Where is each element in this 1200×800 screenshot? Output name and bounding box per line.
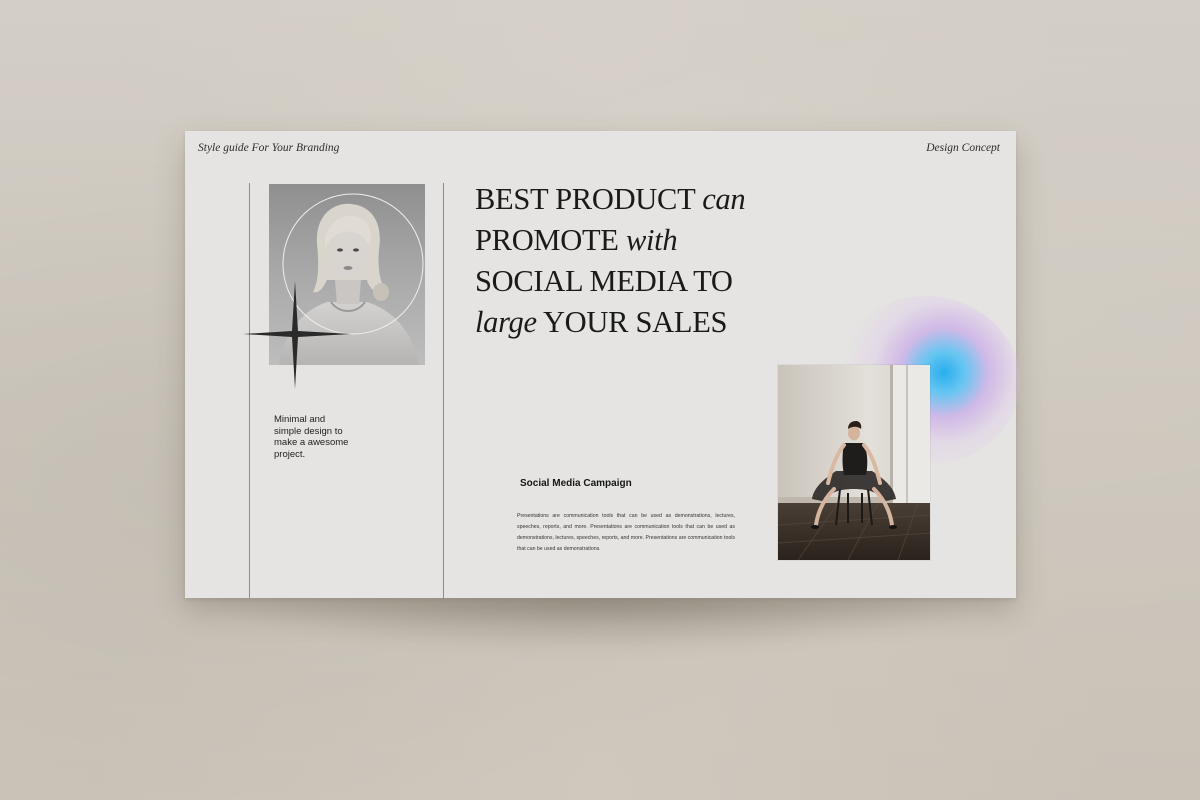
presentation-slide: Style guide For Your Branding Design Con… (185, 131, 1020, 598)
campaign-title: Social Media Campaign (520, 478, 632, 489)
headline-line-3-roman: SOCIAL MEDIA TO (475, 264, 733, 298)
headline-line-4: large YOUR SALES (475, 302, 745, 343)
headline: BEST PRODUCT can PROMOTE with SOCIAL MED… (475, 179, 746, 343)
campaign-body: Presentations are communication tools th… (517, 513, 735, 552)
headline-line-3: SOCIAL MEDIA TO (475, 261, 745, 302)
header-right-label: Design Concept (926, 142, 1000, 154)
headline-line-4-italic: large (475, 305, 537, 339)
headline-line-2-italic: with (625, 223, 678, 257)
headline-line-1-roman: BEST PRODUCT (475, 182, 695, 216)
vertical-rule-right (443, 183, 444, 598)
headline-line-2: PROMOTE with (475, 220, 745, 261)
tagline-text: Minimal and simple design to make a awes… (274, 414, 349, 460)
fashion-photo (778, 365, 930, 560)
headline-line-2-roman: PROMOTE (475, 223, 619, 257)
headline-line-1-italic: can (702, 182, 746, 216)
slide-shadow (210, 595, 990, 655)
headline-line-1: BEST PRODUCT can (475, 179, 746, 220)
sparkle-star-icon (243, 281, 351, 394)
headline-line-4-roman: YOUR SALES (542, 305, 728, 339)
header-left-label: Style guide For Your Branding (198, 142, 340, 154)
